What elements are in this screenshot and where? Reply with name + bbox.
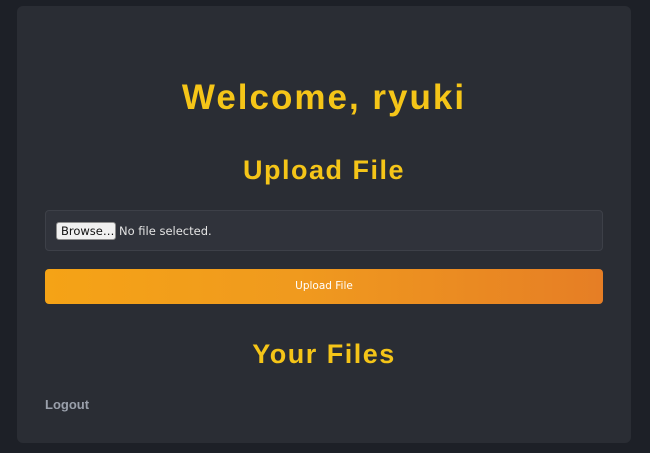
browse-button[interactable]: Browse… xyxy=(56,222,116,240)
your-files-title: Your Files xyxy=(252,339,396,369)
file-status-text: No file selected. xyxy=(119,224,212,238)
main-card: Welcome, ryuki Upload File Browse… No fi… xyxy=(17,6,631,443)
upload-section-title: Upload File xyxy=(242,155,405,185)
welcome-heading: Welcome, ryuki xyxy=(181,78,467,117)
upload-file-button[interactable]: Upload File xyxy=(45,269,603,304)
file-input[interactable]: Browse… No file selected. xyxy=(45,210,603,251)
logout-link[interactable]: Logout xyxy=(45,397,89,413)
